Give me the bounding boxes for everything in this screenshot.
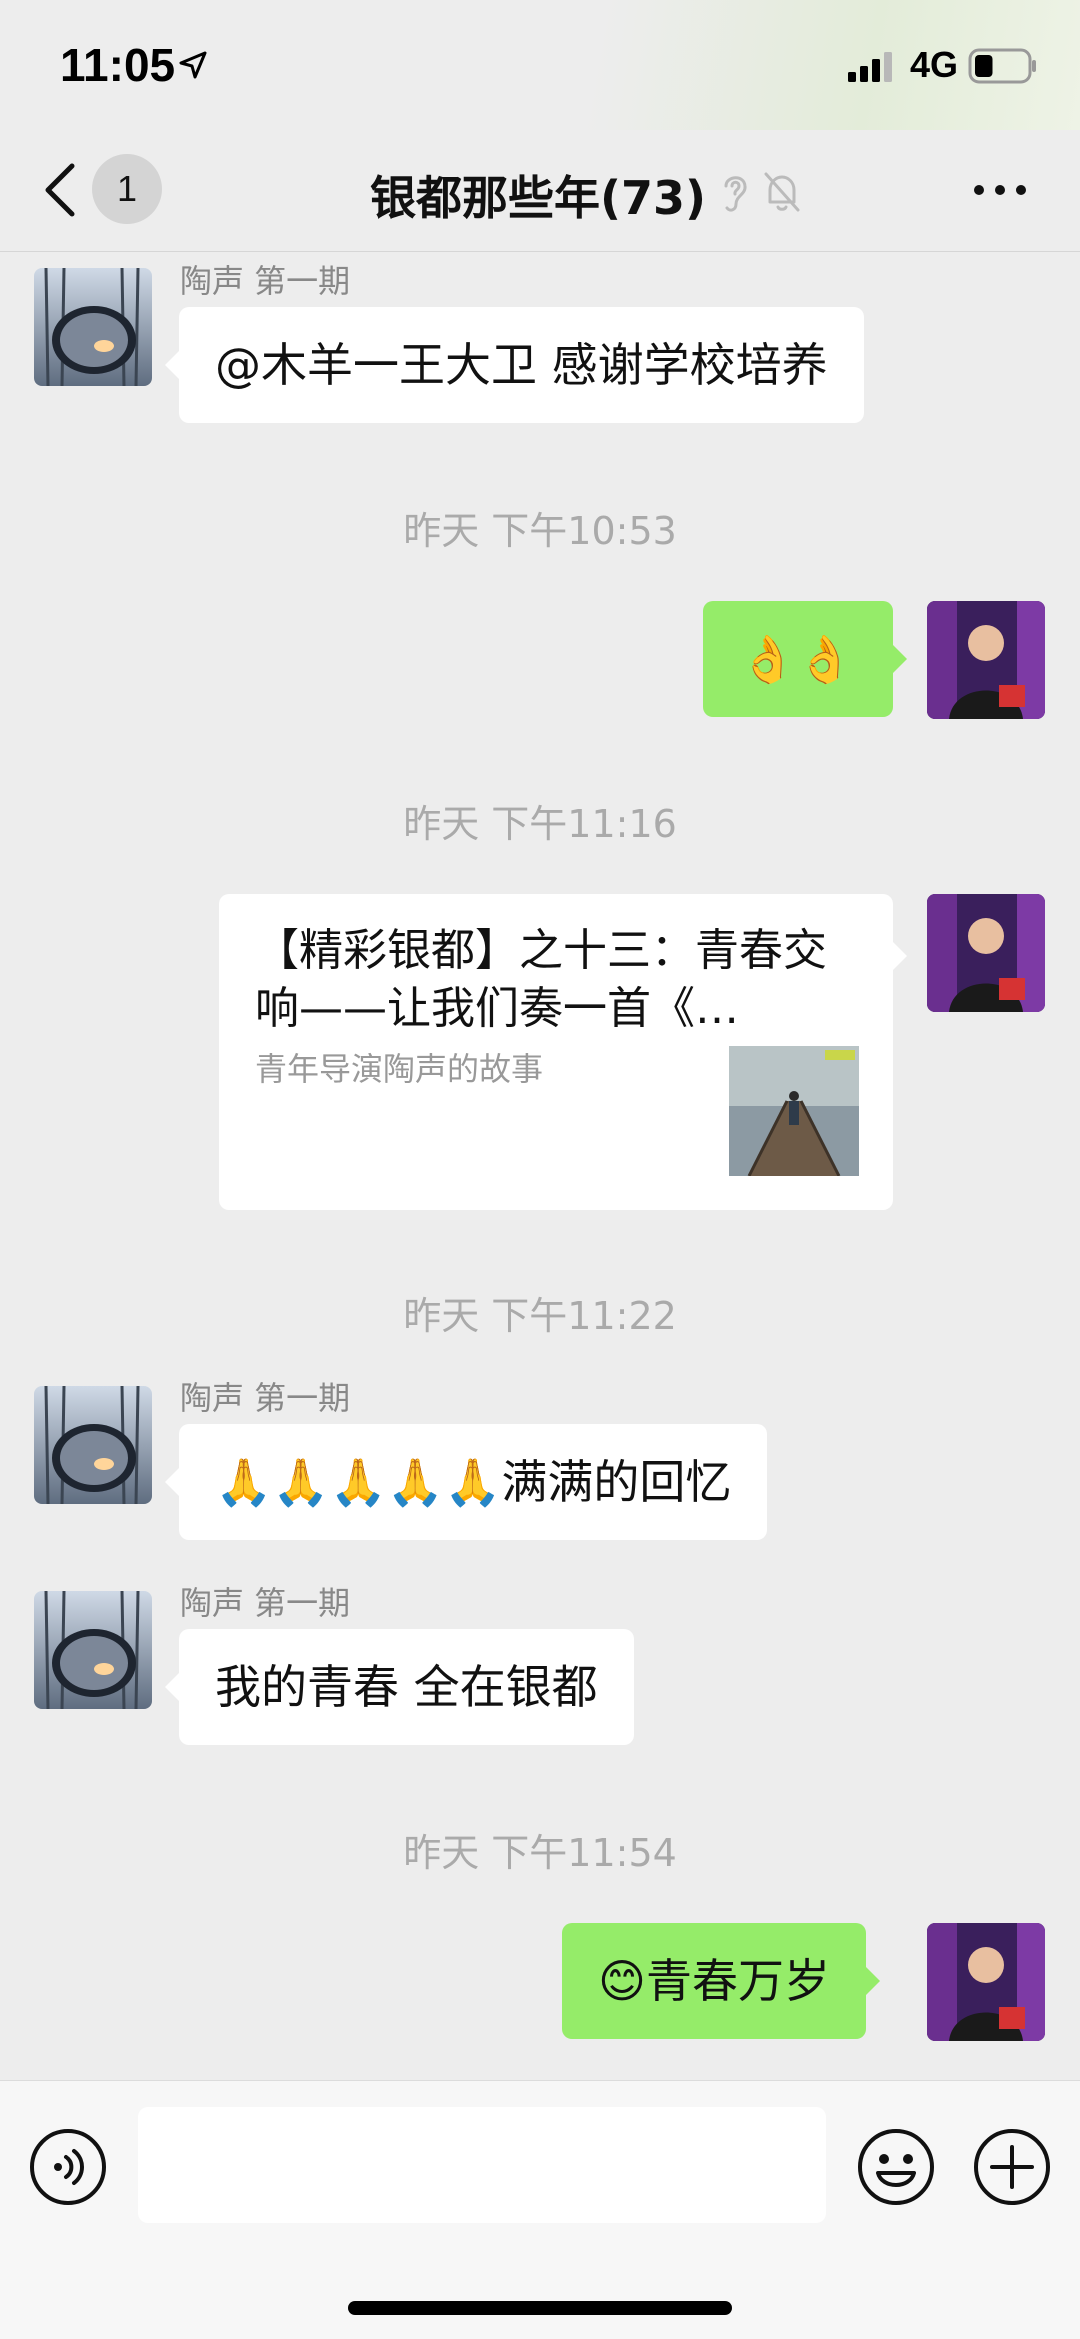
nav-bar: 1 银都那些年(73) bbox=[0, 130, 1080, 252]
link-title: 【精彩银都】之十三：青春交响——让我们奏一首《… bbox=[255, 925, 827, 1034]
message-input[interactable] bbox=[138, 2107, 826, 2223]
sender-name: 陶声 第一期 bbox=[180, 262, 351, 300]
timestamp: 昨天 下午11:54 bbox=[403, 1831, 677, 1875]
link-card[interactable]: 【精彩银都】之十三：青春交响——让我们奏一首《… 青年导演陶声的故事 bbox=[219, 894, 893, 1210]
ear-icon bbox=[724, 176, 747, 212]
voice-icon[interactable] bbox=[28, 2127, 108, 2207]
my-message-bubble[interactable]: 👌👌 bbox=[703, 601, 907, 717]
timestamp: 昨天 下午11:16 bbox=[403, 802, 677, 846]
my-avatar[interactable] bbox=[927, 601, 1045, 719]
plus-icon[interactable] bbox=[972, 2127, 1052, 2207]
avatar[interactable] bbox=[34, 1386, 152, 1504]
message-bubble[interactable]: 🙏🙏🙏🙏🙏满满的回忆 bbox=[164, 1424, 768, 1540]
my-message-bubble[interactable]: 😊青春万岁 bbox=[562, 1923, 880, 2039]
network-type: 4G bbox=[910, 44, 959, 85]
signal-icon bbox=[848, 52, 892, 82]
unread-badge[interactable]: 1 bbox=[92, 154, 162, 224]
emoji-icon[interactable] bbox=[856, 2127, 936, 2207]
sender-name: 陶声 第一期 bbox=[180, 1379, 351, 1417]
more-icon[interactable] bbox=[972, 180, 1028, 200]
timestamp: 昨天 下午10:53 bbox=[403, 509, 677, 553]
avatar[interactable] bbox=[34, 268, 152, 386]
link-card-tail bbox=[893, 942, 907, 970]
link-thumbnail bbox=[729, 1046, 859, 1176]
link-description: 青年导演陶声的故事 bbox=[255, 1050, 544, 1088]
status-bar: 11:05 4G bbox=[0, 0, 1080, 130]
home-indicator bbox=[348, 2301, 732, 2315]
my-avatar[interactable] bbox=[927, 1923, 1045, 2041]
timestamp: 昨天 下午11:22 bbox=[403, 1294, 677, 1338]
message-bubble[interactable]: 我的青春 全在银都 bbox=[165, 1629, 634, 1745]
message-bubble[interactable]: @木羊一王大卫 感谢学校培养 bbox=[165, 307, 864, 423]
battery-icon bbox=[968, 48, 1036, 84]
status-time: 11:05 bbox=[60, 39, 176, 91]
mute-bell-icon bbox=[764, 172, 800, 212]
back-chevron-icon[interactable] bbox=[40, 160, 80, 220]
chat-title: 银都那些年(73) bbox=[370, 171, 707, 225]
sender-name: 陶声 第一期 bbox=[180, 1584, 351, 1622]
avatar[interactable] bbox=[34, 1591, 152, 1709]
my-avatar[interactable] bbox=[927, 894, 1045, 1012]
location-arrow-icon bbox=[179, 51, 207, 79]
